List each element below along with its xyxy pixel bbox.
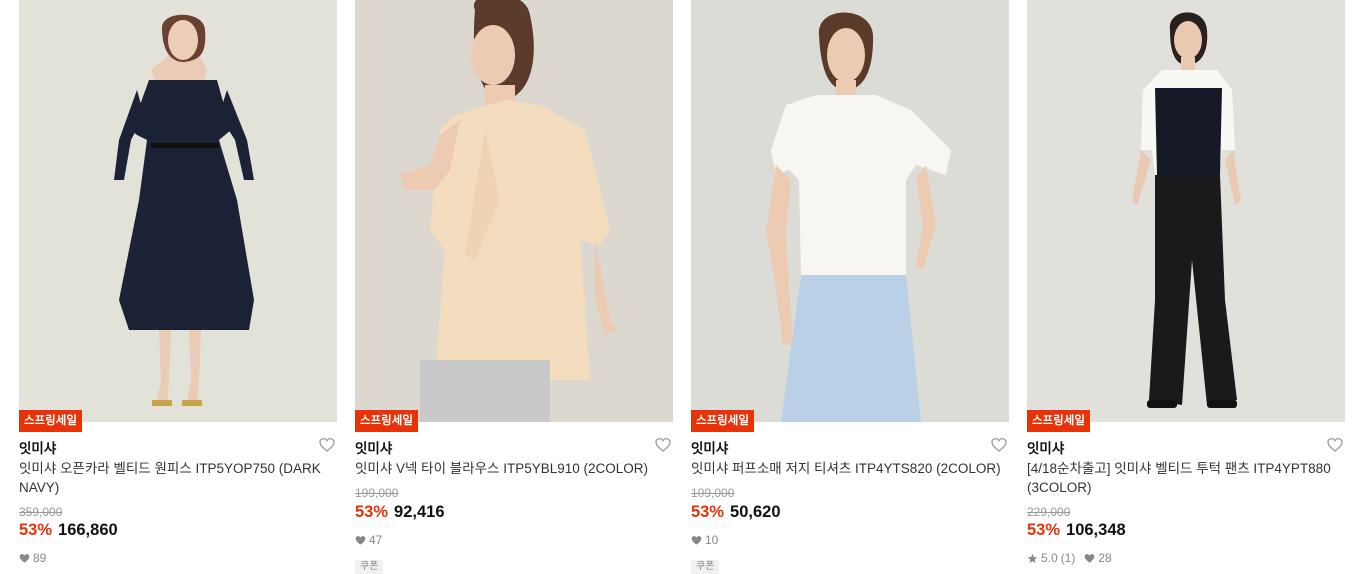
sale-price: 166,860	[58, 521, 118, 539]
sale-price: 92,416	[394, 503, 445, 521]
sale-badge: 스프링세일	[19, 410, 82, 432]
heart-filled-icon	[1085, 553, 1095, 563]
product-image[interactable]	[1027, 0, 1345, 422]
price-line: 53% 50,620	[691, 503, 781, 522]
product-card[interactable]: 스프링세일 잇미샤 잇미샤 오픈카라 벨티드 원피스 ITP5YOP750 (D…	[19, 0, 337, 567]
discount-rate: 53%	[691, 503, 725, 521]
product-name[interactable]: 잇미샤 V넥 타이 블라우스 ITP5YBL910 (2COLOR)	[355, 459, 667, 478]
likes-count: 89	[19, 551, 46, 565]
rating-and-likes: 5.0 (1) 28	[1027, 551, 1112, 565]
original-price: 109,000	[691, 486, 735, 500]
heart-outline-icon[interactable]	[655, 437, 671, 453]
likes-value: 47	[369, 533, 383, 547]
heart-outline-icon[interactable]	[1327, 437, 1343, 453]
sale-badge: 스프링세일	[691, 410, 754, 432]
likes-value: 89	[33, 551, 47, 565]
discount-rate: 53%	[19, 521, 53, 539]
heart-filled-icon	[355, 535, 366, 545]
heart-filled-icon	[19, 553, 30, 563]
price-line: 53% 92,416	[355, 503, 445, 522]
brand-name[interactable]: 잇미샤	[691, 437, 728, 457]
coupon-tag: 쿠폰	[355, 560, 384, 574]
product-card[interactable]: 스프링세일 잇미샤 잇미샤 퍼프소매 저지 티셔츠 ITP4YTS820 (2C…	[691, 0, 1009, 574]
brand-name[interactable]: 잇미샤	[1027, 437, 1064, 457]
product-name[interactable]: 잇미샤 퍼프소매 저지 티셔츠 ITP4YTS820 (2COLOR)	[691, 459, 1003, 478]
likes-count: 47	[355, 533, 382, 547]
heart-outline-icon[interactable]	[991, 437, 1007, 453]
review-count: (1)	[1060, 551, 1076, 565]
sale-price: 106,348	[1066, 521, 1126, 539]
product-image[interactable]	[19, 0, 337, 422]
sale-badge: 스프링세일	[355, 410, 418, 432]
sale-badge: 스프링세일	[1027, 410, 1090, 432]
product-image[interactable]	[355, 0, 673, 422]
price-line: 53% 106,348	[1027, 521, 1126, 540]
discount-rate: 53%	[355, 503, 389, 521]
star-icon	[1027, 553, 1038, 563]
coupon-tag: 쿠폰	[691, 560, 720, 574]
original-price: 229,000	[1027, 505, 1071, 519]
discount-rate: 53%	[1027, 521, 1061, 539]
original-price: 359,000	[19, 505, 63, 519]
product-image[interactable]	[691, 0, 1009, 422]
sale-price: 50,620	[730, 503, 781, 521]
product-name[interactable]: 잇미샤 오픈카라 벨티드 원피스 ITP5YOP750 (DARK NAVY)	[19, 459, 331, 497]
brand-name[interactable]: 잇미샤	[19, 437, 56, 457]
brand-name[interactable]: 잇미샤	[355, 437, 392, 457]
product-card[interactable]: 스프링세일 잇미샤 잇미샤 V넥 타이 블라우스 ITP5YBL910 (2CO…	[355, 0, 673, 574]
heart-filled-icon	[691, 535, 702, 545]
likes-value: 10	[705, 533, 719, 547]
original-price: 199,000	[355, 486, 399, 500]
heart-outline-icon[interactable]	[319, 437, 335, 453]
price-line: 53% 166,860	[19, 521, 118, 540]
likes-count: 10	[691, 533, 718, 547]
product-card[interactable]: 스프링세일 잇미샤 [4/18순차출고] 잇미샤 벨티드 투턱 팬츠 ITP4Y…	[1027, 0, 1345, 567]
likes-value: 28	[1098, 551, 1112, 565]
rating-value: 5.0	[1041, 551, 1058, 565]
product-name[interactable]: [4/18순차출고] 잇미샤 벨티드 투턱 팬츠 ITP4YPT880 (3CO…	[1027, 459, 1339, 497]
